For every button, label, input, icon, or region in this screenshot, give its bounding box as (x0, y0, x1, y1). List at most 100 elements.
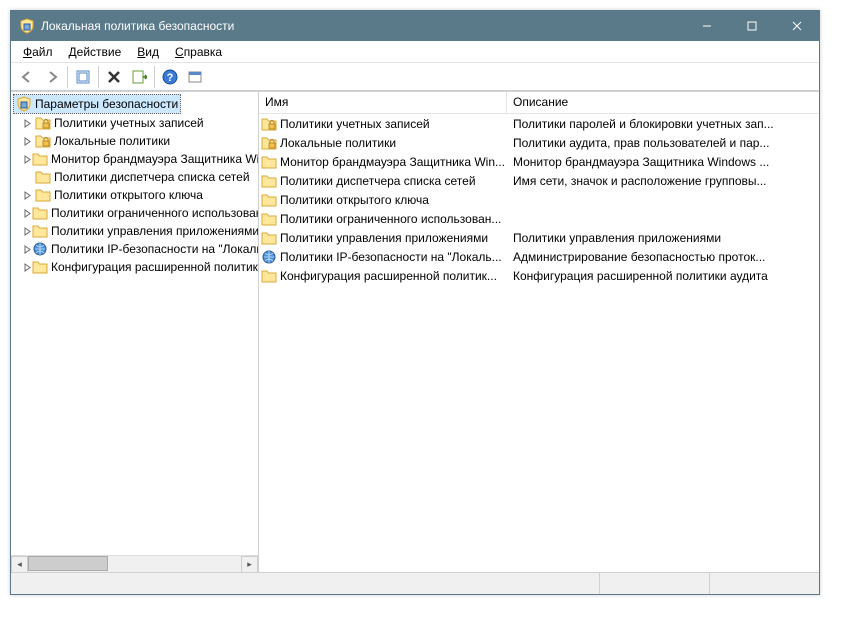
content-area: Параметры безопасности Политики учетных … (11, 91, 819, 572)
expander-icon[interactable] (23, 245, 32, 254)
folder-icon (261, 268, 277, 284)
list-row[interactable]: Политики управления приложениями Политик… (259, 228, 819, 247)
column-header-name[interactable]: Имя (259, 92, 507, 113)
list-item-description: Конфигурация расширенной политики аудита (507, 269, 819, 283)
toolbar-separator (67, 66, 68, 88)
tree-item-label: Монитор брандмауэра Защитника Windows (51, 152, 258, 166)
expander-icon[interactable] (23, 209, 32, 218)
scroll-track[interactable] (28, 556, 241, 573)
folder-icon (32, 205, 48, 221)
list-item-name: Политики открытого ключа (280, 193, 429, 207)
scroll-thumb[interactable] (28, 556, 108, 571)
list-row[interactable]: Политики ограниченного использован... (259, 209, 819, 228)
folder-lock-icon (261, 135, 277, 151)
tree-root-label: Параметры безопасности (35, 97, 178, 111)
tree-item[interactable]: Политики ограниченного использования про… (21, 204, 258, 222)
tree-item[interactable]: Политики управления приложениями (21, 222, 258, 240)
column-header-description[interactable]: Описание (507, 92, 819, 113)
tree-item[interactable]: Политики диспетчера списка сетей (21, 168, 258, 186)
list-item-name: Конфигурация расширенной политик... (280, 269, 497, 283)
statusbar (11, 572, 819, 594)
list-item-description: Имя сети, значок и расположение групповы… (507, 174, 819, 188)
toolbar-separator (154, 66, 155, 88)
list-row[interactable]: Политики IP-безопасности на "Локаль... А… (259, 247, 819, 266)
forward-button[interactable] (40, 65, 64, 89)
list-pane: Имя Описание Политики учетных записей По… (259, 92, 819, 572)
help-button[interactable] (158, 65, 182, 89)
toolbar-separator (98, 66, 99, 88)
tree-item-label: Политики IP-безопасности на "Локальный к… (51, 242, 258, 256)
delete-button[interactable] (102, 65, 126, 89)
list-item-name: Политики диспетчера списка сетей (280, 174, 476, 188)
list-row[interactable]: Политики открытого ключа (259, 190, 819, 209)
menu-action[interactable]: Действие (61, 43, 130, 61)
folder-icon (261, 230, 277, 246)
folder-icon (32, 151, 48, 167)
folder-icon (32, 223, 48, 239)
expander-icon[interactable] (23, 263, 32, 272)
titlebar: Локальная политика безопасности (11, 11, 819, 41)
scroll-left-button[interactable]: ◂ (11, 556, 28, 573)
list-item-name: Политики IP-безопасности на "Локаль... (280, 250, 502, 264)
expander-icon[interactable] (23, 119, 35, 128)
scroll-right-button[interactable]: ▸ (241, 556, 258, 573)
folder-icon (261, 211, 277, 227)
list-row[interactable]: Политики диспетчера списка сетей Имя сет… (259, 171, 819, 190)
menu-view[interactable]: Вид (129, 43, 167, 61)
tree-item-label: Локальные политики (54, 134, 170, 148)
app-icon (19, 18, 35, 34)
list-item-description: Политики аудита, прав пользователей и па… (507, 136, 819, 150)
list-item-description: Монитор брандмауэра Защитника Windows ..… (507, 155, 819, 169)
list-body: Политики учетных записей Политики пароле… (259, 114, 819, 572)
list-item-name: Политики учетных записей (280, 117, 430, 131)
expander-icon[interactable] (23, 191, 35, 200)
up-level-button[interactable] (71, 65, 95, 89)
properties-button[interactable] (183, 65, 207, 89)
maximize-button[interactable] (729, 11, 774, 41)
list-row[interactable]: Политики учетных записей Политики пароле… (259, 114, 819, 133)
folder-lock-icon (261, 116, 277, 132)
minimize-button[interactable] (684, 11, 729, 41)
list-item-name: Монитор брандмауэра Защитника Win... (280, 155, 505, 169)
tree-item[interactable]: Монитор брандмауэра Защитника Windows (21, 150, 258, 168)
list-item-description: Администрирование безопасностью проток..… (507, 250, 819, 264)
expander-icon[interactable] (23, 227, 32, 236)
folder-lock-icon (35, 133, 51, 149)
folder-icon (35, 187, 51, 203)
list-item-description: Политики паролей и блокировки учетных за… (507, 117, 819, 131)
tree-item[interactable]: Политики IP-безопасности на "Локальный к… (21, 240, 258, 258)
list-row[interactable]: Конфигурация расширенной политик... Конф… (259, 266, 819, 285)
expander-icon[interactable] (23, 155, 32, 164)
status-segment (709, 573, 819, 594)
toolbar (11, 63, 819, 91)
folder-icon (32, 259, 48, 275)
app-window: Локальная политика безопасности Файл Дей… (10, 10, 820, 595)
tree-item[interactable]: Политики учетных записей (21, 114, 258, 132)
tree-root[interactable]: Параметры безопасности (13, 94, 181, 114)
tree-pane: Параметры безопасности Политики учетных … (11, 92, 259, 572)
tree-horizontal-scrollbar[interactable]: ◂ ▸ (11, 555, 258, 572)
tree-item-label: Политики открытого ключа (54, 188, 203, 202)
back-button[interactable] (15, 65, 39, 89)
tree-item[interactable]: Политики открытого ключа (21, 186, 258, 204)
list-item-name: Политики ограниченного использован... (280, 212, 501, 226)
list-header: Имя Описание (259, 92, 819, 114)
close-button[interactable] (774, 11, 819, 41)
list-row[interactable]: Локальные политики Политики аудита, прав… (259, 133, 819, 152)
status-segment (599, 573, 709, 594)
tree-item-label: Конфигурация расширенной политики аудита (51, 260, 258, 274)
export-button[interactable] (127, 65, 151, 89)
list-item-name: Политики управления приложениями (280, 231, 488, 245)
list-row[interactable]: Монитор брандмауэра Защитника Win... Мон… (259, 152, 819, 171)
tree-item-label: Политики ограниченного использования про… (51, 206, 258, 220)
tree-item-label: Политики диспетчера списка сетей (54, 170, 250, 184)
menubar: Файл Действие Вид Справка (11, 41, 819, 63)
tree-item[interactable]: Конфигурация расширенной политики аудита (21, 258, 258, 276)
ipsec-icon (32, 241, 48, 257)
shield-icon (16, 96, 32, 112)
expander-icon[interactable] (23, 137, 35, 146)
list-item-name: Локальные политики (280, 136, 396, 150)
tree-item[interactable]: Локальные политики (21, 132, 258, 150)
menu-file[interactable]: Файл (15, 43, 61, 61)
menu-help[interactable]: Справка (167, 43, 230, 61)
